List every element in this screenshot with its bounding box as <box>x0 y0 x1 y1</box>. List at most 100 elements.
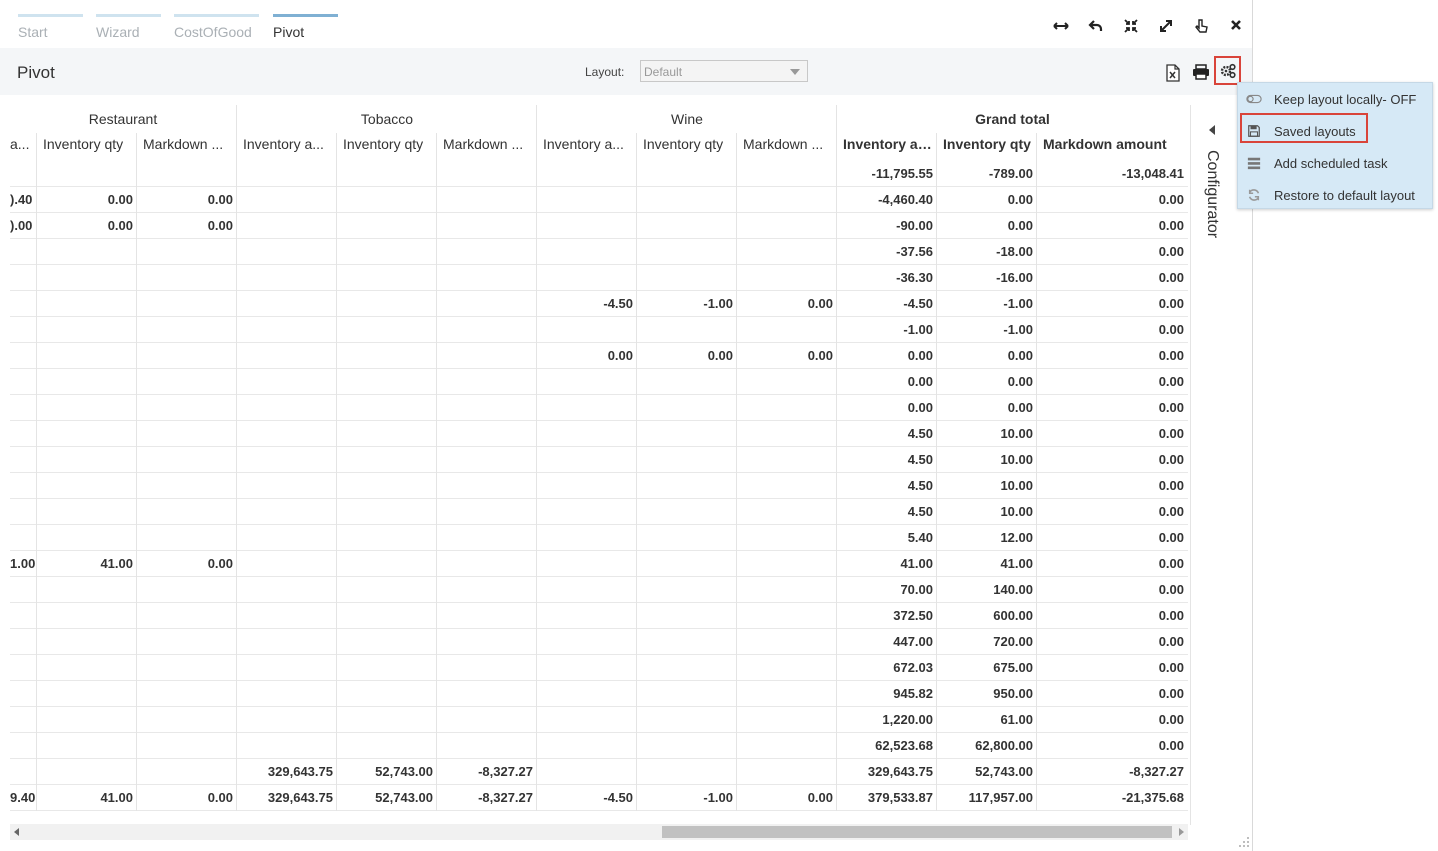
table-cell[interactable] <box>437 447 537 473</box>
table-cell[interactable] <box>337 681 437 707</box>
table-cell[interactable]: -11,795.55 <box>837 161 937 187</box>
table-cell[interactable] <box>137 421 237 447</box>
table-cell[interactable] <box>537 629 637 655</box>
table-cell[interactable]: 0.00 <box>937 213 1037 239</box>
table-cell[interactable] <box>437 603 537 629</box>
table-cell[interactable] <box>37 499 137 525</box>
table-cell[interactable] <box>37 291 137 317</box>
table-cell[interactable] <box>10 473 36 499</box>
table-cell[interactable] <box>437 187 537 213</box>
table-cell[interactable] <box>37 681 137 707</box>
table-cell[interactable] <box>637 655 737 681</box>
table-cell[interactable] <box>437 577 537 603</box>
table-cell[interactable] <box>337 369 437 395</box>
table-cell[interactable] <box>337 161 437 187</box>
table-cell[interactable] <box>537 733 637 759</box>
table-cell[interactable] <box>37 161 137 187</box>
table-cell[interactable] <box>137 473 237 499</box>
table-cell[interactable] <box>437 629 537 655</box>
table-cell[interactable] <box>737 447 837 473</box>
table-cell[interactable]: -4,460.40 <box>837 187 937 213</box>
table-cell[interactable] <box>637 187 737 213</box>
table-cell[interactable] <box>137 239 237 265</box>
table-cell[interactable] <box>237 681 337 707</box>
table-cell[interactable] <box>37 655 137 681</box>
table-cell[interactable] <box>10 161 36 187</box>
table-cell[interactable] <box>337 603 437 629</box>
table-cell[interactable]: 0.00 <box>1037 239 1188 265</box>
table-cell[interactable] <box>10 447 36 473</box>
table-cell[interactable] <box>437 317 537 343</box>
table-cell[interactable]: 329,643.75 <box>837 759 937 785</box>
table-cell[interactable]: 41.00 <box>37 551 137 577</box>
table-cell[interactable]: 5.40 <box>837 525 937 551</box>
table-cell[interactable] <box>637 317 737 343</box>
table-cell[interactable]: 0.00 <box>637 343 737 369</box>
table-cell[interactable] <box>737 603 837 629</box>
table-cell[interactable] <box>137 733 237 759</box>
table-cell[interactable]: 0.00 <box>1037 421 1188 447</box>
table-cell[interactable] <box>10 499 36 525</box>
table-cell[interactable] <box>137 161 237 187</box>
table-cell[interactable]: 10.00 <box>937 499 1037 525</box>
column-header[interactable]: Inventory amo <box>837 132 937 156</box>
table-cell[interactable]: -16.00 <box>937 265 1037 291</box>
table-cell[interactable] <box>737 629 837 655</box>
table-cell[interactable]: 1,220.00 <box>837 707 937 733</box>
table-cell[interactable] <box>37 577 137 603</box>
column-header[interactable]: Inventory qty <box>37 132 137 156</box>
column-header[interactable]: Inventory qty <box>637 132 737 156</box>
table-cell[interactable]: 0.00 <box>937 395 1037 421</box>
table-cell[interactable] <box>237 577 337 603</box>
table-cell[interactable] <box>337 629 437 655</box>
table-cell[interactable] <box>237 473 337 499</box>
table-cell[interactable] <box>437 551 537 577</box>
table-cell[interactable] <box>637 239 737 265</box>
table-cell[interactable]: 140.00 <box>937 577 1037 603</box>
table-cell[interactable] <box>137 655 237 681</box>
table-cell[interactable]: 0.00 <box>137 213 237 239</box>
menu-item-restore-default[interactable]: Restore to default layout <box>1238 181 1432 209</box>
table-cell[interactable] <box>10 317 36 343</box>
table-cell[interactable] <box>10 577 36 603</box>
table-cell[interactable] <box>437 655 537 681</box>
table-cell[interactable] <box>737 239 837 265</box>
table-cell[interactable] <box>537 421 637 447</box>
column-header[interactable]: Inventory a... <box>237 132 337 156</box>
table-cell[interactable] <box>337 343 437 369</box>
table-cell[interactable] <box>137 603 237 629</box>
table-cell[interactable]: -1.00 <box>637 785 737 811</box>
horizontal-scrollbar[interactable] <box>10 824 1188 840</box>
table-cell[interactable] <box>737 551 837 577</box>
scroll-right-icon[interactable] <box>1179 828 1184 836</box>
table-cell[interactable] <box>337 421 437 447</box>
resize-grip-icon[interactable] <box>1238 836 1250 848</box>
table-cell[interactable] <box>437 681 537 707</box>
table-cell[interactable] <box>537 551 637 577</box>
table-cell[interactable] <box>437 525 537 551</box>
table-cell[interactable]: 0.00 <box>837 369 937 395</box>
table-cell[interactable]: 675.00 <box>937 655 1037 681</box>
table-cell[interactable] <box>10 421 36 447</box>
table-cell[interactable] <box>10 369 36 395</box>
table-cell[interactable] <box>737 265 837 291</box>
table-cell[interactable] <box>137 629 237 655</box>
table-cell[interactable] <box>337 187 437 213</box>
table-cell[interactable] <box>737 317 837 343</box>
table-cell[interactable]: 0.00 <box>737 343 837 369</box>
table-cell[interactable] <box>437 343 537 369</box>
table-cell[interactable] <box>10 707 36 733</box>
table-cell[interactable]: 0.00 <box>1037 603 1188 629</box>
table-cell[interactable] <box>637 213 737 239</box>
table-cell[interactable] <box>737 421 837 447</box>
table-cell[interactable] <box>337 213 437 239</box>
table-cell[interactable] <box>37 733 137 759</box>
table-cell[interactable] <box>737 681 837 707</box>
table-cell[interactable]: -8,327.27 <box>1037 759 1188 785</box>
table-cell[interactable]: 0.00 <box>537 343 637 369</box>
undo-icon[interactable] <box>1086 18 1106 38</box>
table-cell[interactable]: 372.50 <box>837 603 937 629</box>
table-cell[interactable]: 12.00 <box>937 525 1037 551</box>
table-cell[interactable] <box>637 265 737 291</box>
table-cell[interactable] <box>637 473 737 499</box>
